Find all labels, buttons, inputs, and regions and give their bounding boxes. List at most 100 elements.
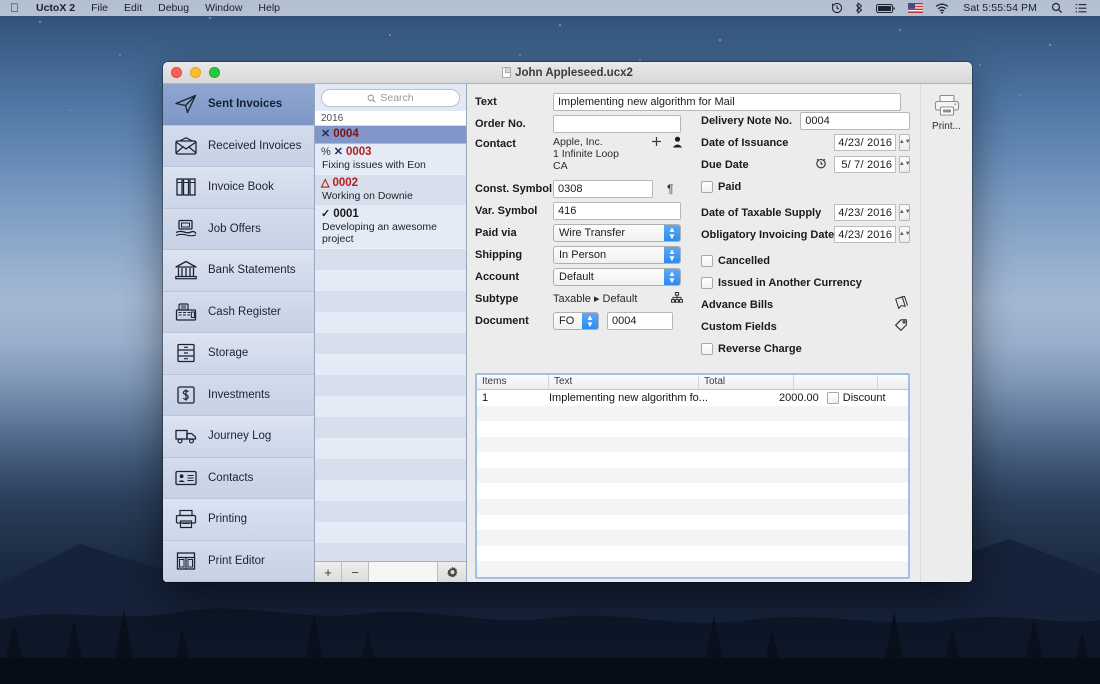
invoice-stack-icon[interactable] [894, 295, 909, 313]
list-item[interactable]: △ 0002 Working on Downie [315, 175, 466, 206]
sidebar-item-received-invoices[interactable]: Received Invoices [163, 125, 314, 167]
sidebar-item-print-editor[interactable]: Print Editor [163, 540, 314, 582]
cancelled-checkbox[interactable] [701, 254, 713, 267]
paid-checkbox[interactable] [701, 180, 713, 193]
account-select[interactable]: Default ▲ ▼ [553, 267, 681, 286]
us-flag-icon[interactable] [902, 3, 929, 13]
obligatory-stepper[interactable]: ▲▼ [899, 226, 911, 243]
wifi-icon[interactable] [929, 3, 955, 14]
date-issuance-stepper[interactable]: ▲▼ [899, 134, 911, 151]
list-item[interactable]: ✕ 0004 [315, 126, 466, 144]
column-header-items[interactable]: Items [477, 375, 549, 389]
sidebar-item-cash-register[interactable]: Cash Register [163, 291, 314, 333]
list-item[interactable]: ✓ 0001 Developing an awesome project [315, 206, 466, 249]
due-date-control[interactable]: 5/ 7/ 2016 ▲▼ [815, 156, 911, 173]
table-row[interactable]: 1 Implementing new algorithm fo... 2000.… [477, 390, 932, 406]
discount-checkbox[interactable] [826, 391, 839, 404]
pilcrow-icon[interactable]: ¶ [667, 182, 673, 196]
shipping-select[interactable]: In Person ▲ ▼ [553, 245, 681, 264]
search-input[interactable]: Search [321, 89, 460, 107]
delivery-note-input[interactable]: 0004 [800, 111, 911, 130]
items-table[interactable]: Items Text Total 1 Implementing new algo… [475, 373, 932, 579]
person-icon[interactable] [672, 136, 683, 151]
column-header-total[interactable]: Total [699, 375, 794, 389]
reverse-charge-checkbox[interactable] [701, 342, 713, 355]
window-titlebar[interactable]: John Appleseed.ucx2 [163, 62, 972, 84]
menu-item-help[interactable]: Help [250, 0, 288, 16]
obligatory-control[interactable]: 4/23/ 2016 ▲▼ [834, 226, 911, 243]
table-empty-row[interactable] [477, 546, 908, 562]
document-number-input[interactable]: 0004 [607, 311, 673, 330]
apple-logo-icon[interactable]:  [6, 1, 28, 16]
bluetooth-icon[interactable] [849, 2, 870, 14]
notification-list-icon[interactable] [1069, 3, 1093, 14]
field-reverse-charge[interactable]: Reverse Charge [701, 339, 910, 358]
sidebar-item-sent-invoices[interactable]: Sent Invoices [163, 84, 314, 126]
sidebar-item-contacts[interactable]: Contacts [163, 457, 314, 499]
field-custom-fields[interactable]: Custom Fields [701, 317, 910, 336]
sidebar-item-storage[interactable]: Storage [163, 333, 314, 375]
paid-via-select[interactable]: Wire Transfer ▲ ▼ [553, 223, 681, 242]
sidebar-item-bank-statements[interactable]: Bank Statements [163, 250, 314, 292]
due-date-stepper[interactable]: ▲▼ [899, 156, 911, 173]
field-cancelled[interactable]: Cancelled [701, 251, 910, 270]
menu-item-file[interactable]: File [83, 0, 116, 16]
menubar-clock[interactable]: Sat 5:55:54 PM [955, 2, 1045, 14]
var-symbol-input[interactable]: 416 [553, 201, 681, 220]
taxable-supply-stepper[interactable]: ▲▼ [899, 204, 911, 221]
order-no-input[interactable] [553, 114, 681, 133]
hierarchy-icon[interactable] [671, 291, 684, 306]
sidebar-item-invoice-book[interactable]: Invoice Book [163, 167, 314, 209]
menu-item-edit[interactable]: Edit [116, 0, 150, 16]
add-invoice-button[interactable]: + [315, 562, 342, 582]
tag-icon[interactable] [894, 318, 908, 335]
list-filter-field[interactable] [369, 562, 438, 582]
table-empty-row[interactable] [477, 515, 908, 531]
search-icon[interactable] [1045, 2, 1069, 14]
table-empty-row[interactable] [477, 499, 908, 515]
table-empty-row[interactable] [477, 405, 908, 422]
contact-block[interactable]: Apple, Inc. 1 Infinite Loop CA [553, 136, 687, 172]
taxable-supply-control[interactable]: 4/23/ 2016 ▲▼ [834, 204, 911, 221]
print-button[interactable]: Print... [932, 94, 961, 132]
text-input[interactable]: Implementing new algorithm for Mail [553, 92, 901, 111]
table-empty-row[interactable] [477, 436, 908, 453]
sidebar-item-journey-log[interactable]: Journey Log [163, 416, 314, 458]
menu-item-window[interactable]: Window [197, 0, 250, 16]
due-date-value[interactable]: 5/ 7/ 2016 [834, 156, 897, 173]
list-item[interactable]: % ✕ 0003 Fixing issues with Eon [315, 144, 466, 175]
menu-item-app[interactable]: UctoX 2 [28, 0, 83, 16]
document-type-select[interactable]: FO ▲ ▼ [553, 311, 599, 330]
sidebar-item-investments[interactable]: Investments [163, 374, 314, 416]
another-currency-checkbox[interactable] [701, 276, 713, 289]
taxable-supply-value[interactable]: 4/23/ 2016 [834, 204, 897, 221]
table-empty-row[interactable] [477, 421, 908, 437]
subtype-value[interactable]: Taxable ▸ Default [553, 292, 637, 305]
date-issuance-value[interactable]: 4/23/ 2016 [834, 134, 897, 151]
alarm-clock-icon[interactable] [815, 157, 827, 172]
field-paid[interactable]: Paid [701, 177, 910, 196]
table-empty-row[interactable] [477, 452, 908, 468]
obligatory-value[interactable]: 4/23/ 2016 [834, 226, 897, 243]
table-empty-row[interactable] [477, 530, 908, 546]
field-advance-bills[interactable]: Advance Bills [701, 295, 910, 314]
remove-invoice-button[interactable]: − [342, 562, 369, 582]
column-header-text[interactable]: Text [549, 375, 699, 389]
table-empty-row[interactable] [477, 467, 908, 484]
menu-item-debug[interactable]: Debug [150, 0, 197, 16]
plus-icon[interactable] [651, 136, 662, 150]
gear-icon[interactable] [438, 562, 466, 582]
field-another-currency[interactable]: Issued in Another Currency [701, 273, 910, 292]
column-header-actions[interactable] [878, 375, 908, 389]
table-empty-row[interactable] [477, 483, 908, 499]
table-empty-row[interactable] [477, 561, 908, 577]
item-text[interactable]: Implementing new algorithm fo... [549, 392, 779, 404]
item-total[interactable]: 2000.00 [779, 392, 827, 404]
const-symbol-input[interactable]: 0308 [553, 179, 653, 198]
column-header-discount[interactable] [794, 375, 878, 389]
time-machine-icon[interactable] [825, 2, 849, 14]
battery-icon[interactable] [870, 3, 902, 14]
sidebar-item-job-offers[interactable]: Job Offers [163, 208, 314, 250]
date-issuance-control[interactable]: 4/23/ 2016 ▲▼ [834, 134, 911, 151]
item-discount-cell[interactable]: Discount [826, 391, 911, 404]
